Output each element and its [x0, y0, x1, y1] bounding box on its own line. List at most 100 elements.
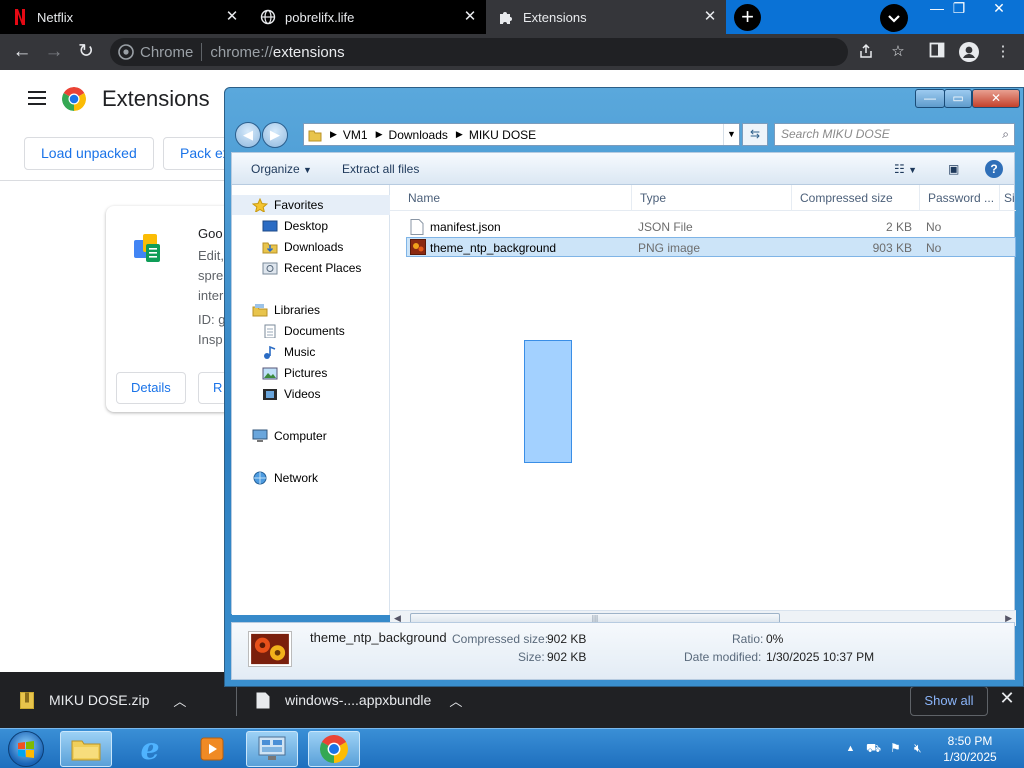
folder-icon: [308, 130, 322, 141]
file-row-theme-ntp-background[interactable]: theme_ntp_background PNG image 903 KB No: [406, 237, 1016, 257]
breadcrumb-miku-dose[interactable]: MIKU DOSE: [469, 128, 536, 142]
nav-label: Desktop: [284, 219, 329, 233]
compressed-size-value: 902 KB: [547, 632, 587, 646]
taskbar-internet-explorer[interactable]: e: [124, 731, 176, 767]
tab-extensions[interactable]: Extensions ✕: [486, 0, 726, 34]
flag-icon[interactable]: ⚑: [890, 741, 901, 755]
file-password: No: [926, 241, 942, 255]
netflix-icon: [12, 9, 28, 25]
search-input[interactable]: Search MIKU DOSE ⌕: [774, 123, 1015, 146]
menu-kebab-icon[interactable]: ⋮: [993, 42, 1013, 62]
maximize-icon[interactable]: ▭: [944, 89, 972, 108]
bookmark-star-icon[interactable]: ☆: [888, 42, 908, 62]
breadcrumb-vm1[interactable]: VM1: [343, 128, 368, 142]
hamburger-menu-icon[interactable]: [28, 91, 46, 105]
taskbar-explorer[interactable]: [60, 731, 112, 767]
download-item-zip[interactable]: MIKU DOSE.zip ︿: [0, 672, 186, 728]
file-row-manifest[interactable]: manifest.json JSON File 2 KB No: [406, 217, 1016, 237]
close-tab-icon[interactable]: ✕: [462, 9, 478, 25]
minimize-icon[interactable]: —: [915, 89, 945, 108]
new-tab-button[interactable]: +: [734, 4, 761, 31]
drag-selection-rectangle: [524, 340, 572, 463]
tab-search-button[interactable]: [880, 4, 908, 32]
column-name[interactable]: Name: [400, 185, 632, 211]
libraries-icon: [252, 304, 268, 317]
chevron-up-icon[interactable]: ︿: [173, 691, 186, 710]
column-type[interactable]: Type: [632, 185, 792, 211]
close-window-icon[interactable]: ✕: [972, 89, 1020, 108]
start-button[interactable]: [8, 731, 44, 767]
taskbar-media-player[interactable]: [186, 731, 238, 767]
taskbar-control-panel[interactable]: [246, 731, 298, 767]
tab-pobrelifx[interactable]: pobrelifx.life ✕: [248, 0, 486, 34]
address-bar[interactable]: ▶ VM1 ▶ Downloads ▶ MIKU DOSE ▼: [303, 123, 740, 146]
close-window-icon[interactable]: ✕: [984, 0, 1014, 18]
ratio-label: Ratio:: [732, 632, 764, 646]
profile-avatar-icon[interactable]: [959, 42, 979, 62]
star-icon: [252, 198, 268, 212]
taskbar-chrome[interactable]: [308, 731, 360, 767]
nav-desktop[interactable]: Desktop: [232, 216, 390, 236]
preview-pane-icon[interactable]: ▣: [948, 153, 959, 185]
share-icon[interactable]: [856, 42, 876, 62]
show-hidden-icons-arrow[interactable]: ▲: [846, 743, 855, 753]
close-tab-icon[interactable]: ✕: [702, 9, 718, 25]
file-compressed-size: 903 KB: [872, 241, 912, 255]
refresh-icon[interactable]: ⇆: [742, 123, 768, 146]
media-player-icon: [200, 737, 224, 761]
extract-all-button[interactable]: Extract all files: [342, 153, 419, 185]
help-icon[interactable]: ?: [985, 160, 1003, 178]
tab-strip: Netflix ✕ pobrelifx.life ✕ Extensions ✕ …: [0, 0, 1024, 34]
nav-label: Documents: [284, 324, 345, 338]
nav-network[interactable]: Network: [232, 468, 390, 488]
nav-computer[interactable]: Computer: [232, 426, 390, 446]
nav-favorites[interactable]: Favorites: [232, 195, 390, 215]
chevron-up-icon[interactable]: ︿: [449, 691, 462, 710]
explorer-client-area: Favorites Desktop Downloads Recent Place…: [231, 184, 1016, 626]
extension-id: ID: g: [198, 312, 226, 327]
download-filename: windows-....appxbundle: [285, 692, 432, 708]
chevron-down-icon: ▼: [303, 165, 312, 175]
organize-menu[interactable]: Organize ▼: [251, 153, 312, 185]
tab-title: Netflix: [37, 9, 74, 25]
inspect-views[interactable]: Insp: [198, 332, 223, 347]
internet-explorer-icon: e: [140, 731, 160, 767]
show-all-button[interactable]: Show all: [910, 686, 988, 716]
column-size[interactable]: Si: [1000, 185, 1016, 211]
chevron-down-icon[interactable]: ▼: [723, 124, 739, 145]
volume-muted-icon[interactable]: 🔇︎: [914, 741, 922, 756]
omnibox[interactable]: Chrome chrome://extensions: [110, 38, 848, 66]
system-clock[interactable]: 8:50 PM 1/30/2025: [940, 733, 1000, 765]
view-options-icon[interactable]: ☷ ▼: [894, 153, 917, 185]
nav-downloads[interactable]: Downloads: [232, 237, 390, 257]
nav-videos[interactable]: Videos: [232, 384, 390, 404]
restore-icon[interactable]: ❐: [944, 0, 974, 18]
nav-label: Network: [274, 471, 319, 485]
close-tab-icon[interactable]: ✕: [224, 9, 240, 25]
nav-libraries[interactable]: Libraries: [232, 300, 390, 320]
nav-pictures[interactable]: Pictures: [232, 363, 390, 383]
nav-music[interactable]: Music: [232, 342, 390, 362]
breadcrumb-separator-icon: ▶: [330, 129, 337, 139]
forward-arrow-icon[interactable]: →: [43, 41, 65, 63]
column-password[interactable]: Password ...: [920, 185, 1000, 211]
nav-recent-places[interactable]: Recent Places: [232, 258, 390, 278]
side-panel-icon[interactable]: [927, 42, 947, 62]
breadcrumb-downloads[interactable]: Downloads: [389, 128, 448, 142]
close-shelf-icon[interactable]: ✕: [998, 689, 1016, 707]
details-button[interactable]: Details: [116, 372, 186, 404]
folder-icon: [71, 740, 101, 761]
back-arrow-icon[interactable]: ←: [11, 41, 33, 63]
load-unpacked-button[interactable]: Load unpacked: [24, 137, 154, 170]
back-arrow-icon[interactable]: ◀: [235, 122, 261, 148]
tab-netflix[interactable]: Netflix ✕: [0, 0, 248, 34]
reload-icon[interactable]: ↻: [75, 41, 97, 63]
nav-documents[interactable]: Documents: [232, 321, 390, 341]
extension-desc-2: spre: [198, 268, 224, 283]
clock-time: 8:50 PM: [947, 734, 993, 748]
column-compressed-size[interactable]: Compressed size: [792, 185, 920, 211]
action-center-icon[interactable]: ⛟: [866, 741, 881, 757]
breadcrumb-separator-icon: ▶: [455, 129, 463, 139]
details-pane: theme_ntp_background Compressed size: 90…: [231, 622, 1015, 680]
forward-arrow-icon[interactable]: ▶: [262, 122, 288, 148]
